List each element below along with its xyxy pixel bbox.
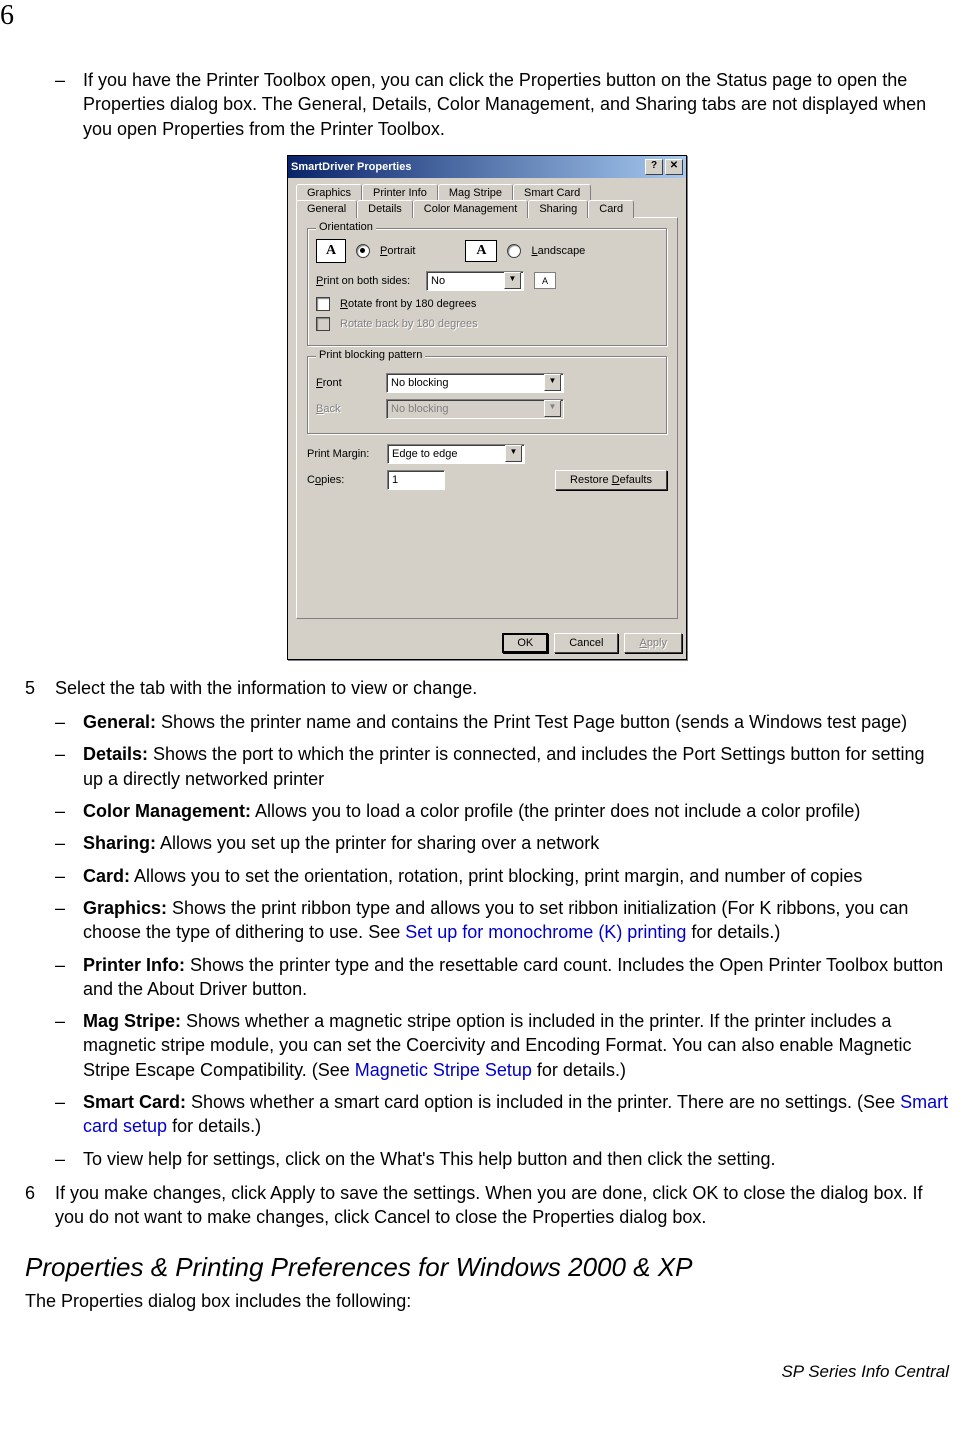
- portrait-label: Portrait: [380, 245, 415, 257]
- dialog-button-bar: OK Cancel Apply: [288, 627, 686, 659]
- rotate-front-label: Rotate front by 180 degrees: [340, 298, 476, 310]
- chevron-down-icon: ▼: [544, 374, 561, 391]
- blocking-legend: Print blocking pattern: [316, 349, 425, 361]
- tab-panel-card: Orientation A Portrait A Landscape: [296, 217, 678, 619]
- step-number: 5: [25, 676, 55, 700]
- desc-graphics: – Graphics: Shows the print ribbon type …: [55, 896, 949, 945]
- step-text: If you make changes, click Apply to save…: [55, 1181, 949, 1230]
- dialog-title: SmartDriver Properties: [291, 161, 411, 173]
- help-titlebar-button[interactable]: ?: [645, 159, 663, 175]
- tab-graphics[interactable]: Graphics: [296, 184, 362, 201]
- print-margin-label: Print Margin:: [307, 448, 377, 460]
- landscape-label: Landscape: [531, 245, 585, 257]
- step-6: 6 If you make changes, click Apply to sa…: [25, 1181, 949, 1230]
- intro-bullet: – If you have the Printer Toolbox open, …: [55, 68, 949, 141]
- print-blocking-group: Print blocking pattern Front No blocking…: [307, 356, 667, 434]
- ok-button[interactable]: OK: [502, 633, 548, 653]
- print-both-sides-select[interactable]: No ▼: [426, 271, 524, 291]
- tab-smart-card[interactable]: Smart Card: [513, 184, 591, 201]
- desc-details: – Details: Shows the port to which the p…: [55, 742, 949, 791]
- landscape-radio[interactable]: [507, 244, 521, 258]
- section-intro: The Properties dialog box includes the f…: [25, 1291, 949, 1312]
- tab-sharing[interactable]: Sharing: [528, 200, 588, 218]
- chevron-down-icon: ▼: [505, 445, 522, 462]
- portrait-radio[interactable]: [356, 244, 370, 258]
- desc-printer-info: – Printer Info: Shows the printer type a…: [55, 953, 949, 1002]
- intro-text: If you have the Printer Toolbox open, yo…: [83, 68, 949, 141]
- desc-help: – To view help for settings, click on th…: [55, 1147, 949, 1171]
- dash: –: [55, 68, 83, 141]
- chevron-down-icon: ▼: [504, 272, 521, 289]
- duplex-preview-icon: A: [534, 272, 556, 289]
- dialog-titlebar: SmartDriver Properties ? ✕: [288, 156, 686, 178]
- tab-general[interactable]: General: [296, 200, 357, 218]
- tab-row-bottom: General Details Color Management Sharing…: [296, 200, 678, 218]
- desc-card: – Card: Allows you to set the orientatio…: [55, 864, 949, 888]
- tab-row-top: Graphics Printer Info Mag Stripe Smart C…: [296, 184, 678, 201]
- desc-smart-card: – Smart Card: Shows whether a smart card…: [55, 1090, 949, 1139]
- copies-input[interactable]: 1: [387, 470, 445, 490]
- desc-mag-stripe: – Mag Stripe: Shows whether a magnetic s…: [55, 1009, 949, 1082]
- tab-printer-info[interactable]: Printer Info: [362, 184, 438, 201]
- orientation-group: Orientation A Portrait A Landscape: [307, 228, 667, 346]
- desc-general: – General: Shows the printer name and co…: [55, 710, 949, 734]
- tab-color-management[interactable]: Color Management: [413, 200, 529, 218]
- link-mag-stripe-setup[interactable]: Magnetic Stripe Setup: [355, 1060, 532, 1080]
- chevron-down-icon: ▼: [544, 400, 561, 417]
- rotate-back-label: Rotate back by 180 degrees: [340, 318, 478, 330]
- orientation-legend: Orientation: [316, 221, 376, 233]
- close-titlebar-button[interactable]: ✕: [665, 159, 683, 175]
- landscape-icon: A: [465, 240, 497, 262]
- tab-card[interactable]: Card: [588, 200, 634, 218]
- cancel-button[interactable]: Cancel: [554, 633, 618, 653]
- footer-text: SP Series Info Central: [25, 1362, 949, 1382]
- rotate-front-checkbox[interactable]: [316, 297, 330, 311]
- front-blocking-select[interactable]: No blocking ▼: [386, 373, 564, 393]
- portrait-icon: A: [316, 239, 346, 263]
- print-both-sides-label: Print on both sides:: [316, 275, 416, 287]
- step-number: 6: [25, 1181, 55, 1230]
- tab-details[interactable]: Details: [357, 200, 413, 218]
- back-blocking-select: No blocking ▼: [386, 399, 564, 419]
- smartdriver-properties-dialog: SmartDriver Properties ? ✕ Graphics Prin…: [287, 155, 687, 660]
- properties-dialog-figure: SmartDriver Properties ? ✕ Graphics Prin…: [287, 155, 687, 660]
- step-text: Select the tab with the information to v…: [55, 676, 949, 700]
- desc-color-management: – Color Management: Allows you to load a…: [55, 799, 949, 823]
- page-number: 6: [0, 0, 14, 32]
- print-margin-select[interactable]: Edge to edge ▼: [387, 444, 525, 464]
- link-monochrome-setup[interactable]: Set up for monochrome (K) printing: [405, 922, 686, 942]
- tab-mag-stripe[interactable]: Mag Stripe: [438, 184, 513, 201]
- desc-sharing: – Sharing: Allows you set up the printer…: [55, 831, 949, 855]
- front-label: Front: [316, 377, 376, 389]
- copies-label: Copies:: [307, 474, 377, 486]
- back-label: Back: [316, 403, 376, 415]
- restore-defaults-button[interactable]: Restore Defaults: [555, 470, 667, 490]
- section-heading: Properties & Printing Preferences for Wi…: [25, 1252, 949, 1283]
- step-5: 5 Select the tab with the information to…: [25, 676, 949, 700]
- apply-button[interactable]: Apply: [624, 633, 682, 653]
- rotate-back-checkbox: [316, 317, 330, 331]
